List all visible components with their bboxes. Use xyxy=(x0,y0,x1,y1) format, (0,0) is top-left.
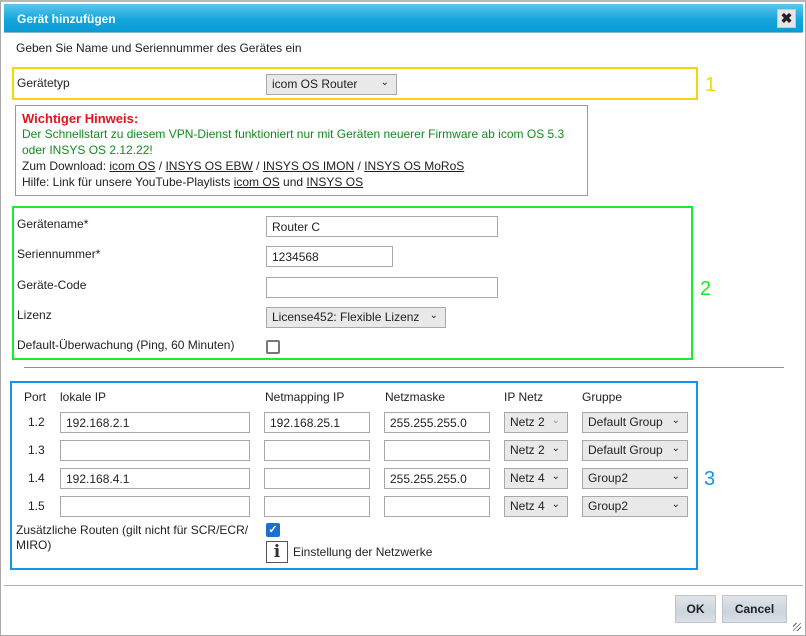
device-name-label: Gerätename* xyxy=(17,217,89,231)
group-value: Group2 xyxy=(588,499,629,513)
device-type-value: icom OS Router xyxy=(272,77,358,91)
network-settings-link[interactable]: Einstellung der Netzwerke xyxy=(293,545,432,559)
netmask-input[interactable]: 255.255.255.0 xyxy=(384,412,490,433)
license-value: License452: Flexible Lizenz xyxy=(272,310,420,324)
ip-net-select[interactable]: Netz 4 ⌄ xyxy=(504,468,568,489)
group-select[interactable]: Group2 ⌄ xyxy=(582,496,688,517)
header-ip-net: IP Netz xyxy=(504,390,544,404)
notice-message: Der Schnellstart zu diesem VPN-Dienst fu… xyxy=(22,127,565,157)
group-select[interactable]: Default Group ⌄ xyxy=(582,412,688,433)
ip-net-value: Netz 4 xyxy=(510,471,545,485)
ip-net-select[interactable]: Netz 2 ⌄ xyxy=(504,412,568,433)
download-prefix: Zum Download: xyxy=(22,159,107,173)
serial-number-label: Seriennummer* xyxy=(17,247,101,261)
notice-title: Wichtiger Hinweis: xyxy=(22,111,139,126)
important-notice: Wichtiger Hinweis: Der Schnellstart zu d… xyxy=(15,105,588,196)
ip-net-value: Netz 2 xyxy=(510,415,545,429)
chevron-down-icon: ⌄ xyxy=(671,443,680,454)
monitoring-checkbox[interactable] xyxy=(266,340,280,354)
close-button[interactable]: ✖ xyxy=(777,9,796,28)
chevron-down-icon: ⌄ xyxy=(380,77,389,88)
section-3-number: 3 xyxy=(704,468,716,490)
help-prefix: Hilfe: Link für unsere YouTube-Playlists xyxy=(22,175,231,189)
help-link-insys-os[interactable]: INSYS OS xyxy=(306,175,363,189)
checkmark-icon: ✓ xyxy=(268,524,278,536)
netmask-input[interactable] xyxy=(384,496,490,517)
device-code-label: Geräte-Code xyxy=(17,278,87,292)
section-2-number: 2 xyxy=(700,278,712,300)
netmapping-ip-input[interactable] xyxy=(264,496,370,517)
group-value: Group2 xyxy=(588,471,629,485)
download-link-icom-os[interactable]: icom OS xyxy=(109,159,155,173)
ok-button[interactable]: OK xyxy=(675,595,716,623)
separator: / xyxy=(357,159,361,173)
local-ip-input[interactable]: 192.168.2.1 xyxy=(60,412,250,433)
group-select[interactable]: Group2 ⌄ xyxy=(582,468,688,489)
device-code-input[interactable] xyxy=(266,277,498,298)
netmapping-ip-input[interactable] xyxy=(264,468,370,489)
monitoring-label: Default-Überwachung (Ping, 60 Minuten) xyxy=(17,338,235,352)
header-netmask: Netzmaske xyxy=(385,390,446,404)
download-link-insys-moros[interactable]: INSYS OS MoRoS xyxy=(364,159,464,173)
port-number: 1.3 xyxy=(28,443,45,457)
group-value: Default Group xyxy=(588,415,663,429)
chevron-down-icon: ⌄ xyxy=(671,415,680,426)
netmapping-ip-input[interactable] xyxy=(264,440,370,461)
license-select[interactable]: License452: Flexible Lizenz ⌄ xyxy=(266,307,446,328)
chevron-down-icon: ⌄ xyxy=(429,310,438,321)
footer-divider xyxy=(4,585,803,586)
dialog-titlebar[interactable]: Gerät hinzufügen ✖ xyxy=(4,4,803,33)
chevron-down-icon: ⌄ xyxy=(671,471,680,482)
chevron-down-icon: ⌄ xyxy=(671,499,680,510)
help-line: Hilfe: Link für unsere YouTube-Playlists… xyxy=(22,174,587,190)
chevron-down-icon: ⌄ xyxy=(551,443,560,454)
extra-routes-label: Zusätzliche Routen (gilt nicht für SCR/E… xyxy=(16,523,249,552)
separator: / xyxy=(158,159,163,173)
license-label: Lizenz xyxy=(17,308,52,322)
dialog-title: Gerät hinzufügen xyxy=(17,12,116,26)
device-type-label: Gerätetyp xyxy=(17,76,70,90)
separator: / xyxy=(256,159,260,173)
section-1-number: 1 xyxy=(705,74,717,96)
netmapping-ip-input[interactable]: 192.168.25.1 xyxy=(264,412,370,433)
serial-number-input[interactable]: 1234568 xyxy=(266,246,393,267)
device-name-input[interactable]: Router C xyxy=(266,216,498,237)
ip-net-value: Netz 2 xyxy=(510,443,545,457)
section-divider xyxy=(24,367,784,368)
cancel-button[interactable]: Cancel xyxy=(722,595,787,623)
download-link-insys-ebw[interactable]: INSYS OS EBW xyxy=(165,159,252,173)
port-number: 1.4 xyxy=(28,471,45,485)
group-value: Default Group xyxy=(588,443,663,457)
local-ip-input[interactable]: 192.168.4.1 xyxy=(60,468,250,489)
intro-text: Geben Sie Name und Seriennummer des Gerä… xyxy=(16,41,302,55)
netmask-input[interactable]: 255.255.255.0 xyxy=(384,468,490,489)
ip-net-select[interactable]: Netz 4 ⌄ xyxy=(504,496,568,517)
chevron-down-icon: ⌄ xyxy=(551,471,560,482)
help-link-icom-os[interactable]: icom OS xyxy=(234,175,280,189)
netmask-input[interactable] xyxy=(384,440,490,461)
download-link-insys-imon[interactable]: INSYS OS IMON xyxy=(263,159,354,173)
close-icon: ✖ xyxy=(780,10,793,26)
header-netmapping-ip: Netmapping IP xyxy=(265,390,345,404)
local-ip-input[interactable] xyxy=(60,440,250,461)
port-number: 1.2 xyxy=(28,415,45,429)
help-conjunction: und xyxy=(283,175,304,189)
port-number: 1.5 xyxy=(28,499,45,513)
header-local-ip: lokale IP xyxy=(60,390,107,404)
chevron-down-icon: ⌄ xyxy=(551,499,560,510)
ip-net-select[interactable]: Netz 2 ⌄ xyxy=(504,440,568,461)
resize-grip-icon[interactable] xyxy=(793,623,801,631)
ip-net-value: Netz 4 xyxy=(510,499,545,513)
group-select[interactable]: Default Group ⌄ xyxy=(582,440,688,461)
chevron-down-icon: ⌄ xyxy=(551,415,560,426)
device-type-select[interactable]: icom OS Router ⌄ xyxy=(266,74,397,95)
info-icon[interactable]: i xyxy=(266,541,288,563)
add-device-dialog: Gerät hinzufügen ✖ Geben Sie Name und Se… xyxy=(0,0,806,636)
local-ip-input[interactable] xyxy=(60,496,250,517)
header-group: Gruppe xyxy=(582,390,623,404)
header-port: Port xyxy=(24,390,47,404)
download-line: Zum Download: icom OS / INSYS OS EBW / I… xyxy=(22,158,587,174)
extra-routes-checkbox[interactable]: ✓ xyxy=(266,523,280,537)
